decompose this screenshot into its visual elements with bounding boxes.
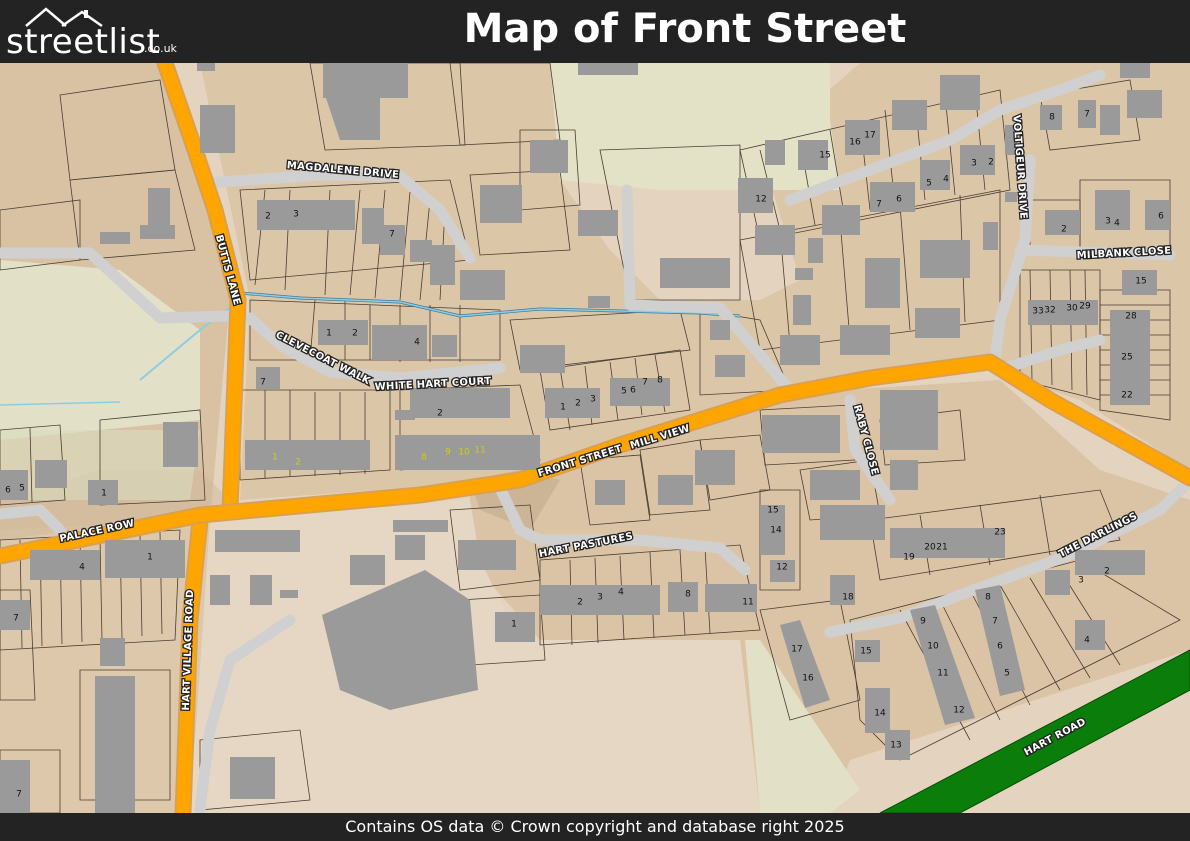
house-number: 7 [389, 230, 395, 240]
house-number: 21 [936, 543, 947, 553]
house-number: 23 [994, 528, 1005, 538]
house-number: 6 [630, 386, 636, 396]
house-number: 3 [1105, 217, 1111, 227]
house-number: 4 [1114, 219, 1120, 229]
house-number: 12 [953, 706, 964, 716]
house-number: 4 [79, 563, 85, 573]
house-number: 2 [1104, 567, 1110, 577]
house-number: 15 [767, 506, 778, 516]
house-number: 2 [437, 409, 443, 419]
house-number: 32 [1044, 306, 1055, 316]
house-number: 5 [926, 179, 932, 189]
map-page: streetlist .co.uk Map of Front Street 2 … [0, 0, 1190, 841]
house-number: 14 [874, 709, 886, 719]
house-number: 6 [1158, 212, 1164, 222]
copyright-notice: Contains OS data © Crown copyright and d… [345, 817, 845, 836]
house-number: 7 [876, 200, 882, 210]
house-number: 8 [421, 453, 427, 463]
house-number: 14 [770, 526, 782, 536]
house-number: 10 [458, 448, 470, 458]
house-number: 13 [890, 741, 901, 751]
house-number: 2 [575, 399, 581, 409]
house-number: 3 [597, 593, 603, 603]
house-number: 30 [1066, 304, 1078, 314]
house-number: 6 [5, 486, 11, 496]
house-number: 16 [849, 138, 861, 148]
house-number: 7 [13, 614, 19, 624]
house-number: 25 [1121, 353, 1132, 363]
house-number: 1 [101, 489, 107, 499]
house-number: 18 [842, 593, 854, 603]
house-number: 11 [474, 446, 485, 456]
house-number: 5 [1004, 669, 1010, 679]
house-number: 3 [1078, 576, 1084, 586]
house-number: 4 [618, 588, 624, 598]
house-number: 8 [985, 593, 991, 603]
house-number: 10 [927, 642, 939, 652]
house-number: 7 [642, 378, 648, 388]
house-number: 2 [265, 212, 271, 222]
house-number: 11 [742, 598, 753, 608]
house-number: 5 [19, 484, 25, 494]
house-number: 3 [293, 210, 299, 220]
house-number: 2 [295, 458, 301, 468]
house-number: 1 [560, 403, 566, 413]
house-number: 3 [590, 395, 596, 405]
street-map[interactable]: 2 3 7 1 2 4 7 2 1 2 8 9 10 11 1 2 3 5 6 … [0, 63, 1190, 813]
house-number: 15 [819, 151, 830, 161]
house-number: 28 [1125, 312, 1137, 322]
house-number: 20 [924, 543, 936, 553]
house-number: 22 [1121, 391, 1132, 401]
house-number: 2 [988, 158, 994, 168]
house-number: 9 [445, 448, 451, 458]
house-number: 8 [1049, 113, 1055, 123]
house-number: 7 [260, 378, 266, 388]
map-canvas[interactable]: 2 3 7 1 2 4 7 2 1 2 8 9 10 11 1 2 3 5 6 … [0, 63, 1190, 813]
house-number: 1 [147, 553, 153, 563]
house-number: 7 [16, 790, 22, 800]
house-number: 33 [1032, 307, 1043, 317]
house-number: 1 [326, 329, 332, 339]
house-number: 2 [577, 598, 583, 608]
house-number: 4 [414, 338, 420, 348]
house-number: 19 [903, 553, 915, 563]
house-number: 8 [657, 376, 663, 386]
house-number: 7 [1084, 110, 1090, 120]
house-number: 8 [685, 590, 691, 600]
house-number: 17 [864, 131, 875, 141]
house-number: 4 [943, 175, 949, 185]
house-number: 4 [1084, 636, 1090, 646]
house-number: 1 [272, 453, 278, 463]
house-number: 1 [511, 620, 517, 630]
house-number: 6 [997, 642, 1003, 652]
house-number: 5 [621, 387, 627, 397]
page-title: Map of Front Street [463, 6, 907, 52]
house-number: 11 [937, 669, 948, 679]
house-number: 15 [1135, 277, 1146, 287]
house-number: 17 [791, 645, 802, 655]
header-bar: streetlist .co.uk Map of Front Street [0, 0, 1190, 63]
house-number: 3 [971, 159, 977, 169]
house-number: 6 [896, 195, 902, 205]
house-number: 2 [1061, 225, 1067, 235]
house-number: 9 [920, 617, 926, 627]
house-number: 15 [860, 647, 871, 657]
house-number: 29 [1079, 302, 1091, 312]
footer-bar: Contains OS data © Crown copyright and d… [0, 813, 1190, 841]
house-number: 12 [776, 563, 787, 573]
house-number: 16 [802, 674, 814, 684]
house-number: 7 [992, 617, 998, 627]
house-number: 12 [755, 195, 766, 205]
house-number: 2 [352, 329, 358, 339]
